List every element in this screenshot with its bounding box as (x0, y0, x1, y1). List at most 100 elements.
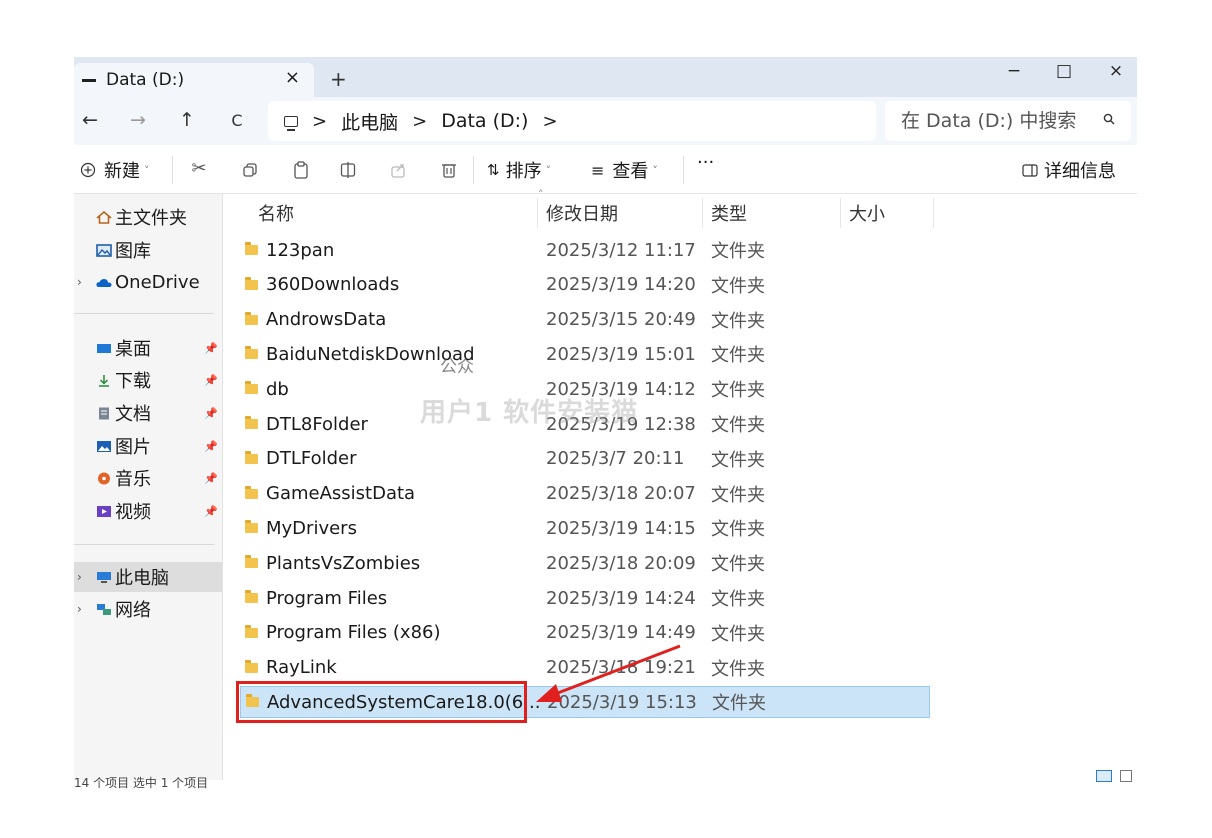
search-input[interactable] (901, 110, 1101, 132)
breadcrumb-data-d[interactable]: Data (D:) (441, 110, 528, 132)
paste-icon[interactable] (288, 161, 314, 179)
sidebar-item-desktop[interactable]: 桌面 📌 (74, 333, 222, 363)
table-row[interactable]: MyDrivers 2025/3/19 14:15 文件夹 (240, 512, 930, 544)
column-header-type[interactable]: 类型 (711, 198, 747, 228)
pin-icon[interactable]: 📌 (204, 374, 218, 387)
sidebar-item-label: 音乐 (115, 469, 151, 490)
file-date: 2025/3/7 20:11 (546, 448, 685, 470)
view-lines-icon: ≡ (591, 160, 605, 180)
file-type: 文件夹 (712, 693, 766, 715)
file-name: AndrowsData (266, 309, 387, 331)
tab-close-icon[interactable]: × (285, 67, 300, 88)
search-box[interactable] (885, 101, 1131, 141)
file-date: 2025/3/19 14:24 (546, 587, 696, 609)
sidebar-item-home[interactable]: 主文件夹 (74, 202, 222, 232)
table-row[interactable]: BaiduNetdiskDownload 2025/3/19 15:01 文件夹 (240, 338, 930, 370)
plus-circle-icon (80, 162, 96, 178)
table-row[interactable]: RayLink 2025/3/18 19:21 文件夹 (240, 652, 930, 684)
cut-icon[interactable]: ✂ (186, 158, 212, 179)
sidebar-item-label: 主文件夹 (115, 208, 187, 229)
copy-icon[interactable] (237, 162, 263, 178)
table-row[interactable]: DTL8Folder 2025/3/19 12:38 文件夹 (240, 408, 930, 440)
pin-icon[interactable]: 📌 (204, 440, 218, 453)
table-row[interactable]: Program Files (x86) 2025/3/19 14:49 文件夹 (240, 617, 930, 649)
file-date: 2025/3/15 20:49 (546, 309, 696, 331)
close-window-button[interactable]: × (1101, 61, 1131, 81)
table-row[interactable]: 123pan 2025/3/12 11:17 文件夹 (240, 234, 930, 266)
file-date: 2025/3/19 15:01 (546, 343, 696, 365)
sort-button[interactable]: ⇅ 排序 ˅ (487, 157, 551, 183)
sidebar-item-downloads[interactable]: 下载 📌 (74, 365, 222, 395)
sidebar-item-videos[interactable]: 视频 📌 (74, 496, 222, 526)
table-row[interactable]: AdvancedSystemCare18.0(6... 2025/3/19 15:… (240, 686, 930, 719)
pin-icon[interactable]: 📌 (204, 407, 218, 420)
tiles-view-toggle[interactable] (1120, 770, 1132, 782)
sidebar-item-documents[interactable]: 文档 📌 (74, 398, 222, 428)
new-button[interactable]: 新建 ˅ (80, 157, 150, 183)
new-tab-button[interactable]: + (330, 67, 347, 91)
chevron-right-icon[interactable]: › (77, 275, 82, 289)
pin-icon[interactable]: 📌 (204, 342, 218, 355)
folder-icon (245, 485, 258, 499)
divider (473, 156, 474, 184)
file-name: RayLink (266, 657, 337, 679)
maximize-button[interactable]: □ (1049, 61, 1079, 81)
sidebar-item-music[interactable]: 音乐 📌 (74, 463, 222, 493)
pin-icon[interactable]: 📌 (204, 472, 218, 485)
title-bar: Data (D:) × + − □ × (74, 57, 1137, 97)
forward-arrow-icon[interactable]: → (126, 109, 150, 131)
table-row[interactable]: AndrowsData 2025/3/15 20:49 文件夹 (240, 304, 930, 336)
sidebar-item-network[interactable]: › 网络 (74, 594, 222, 624)
file-name: BaiduNetdiskDownload (266, 343, 475, 365)
file-date: 2025/3/12 11:17 (546, 239, 696, 261)
table-row[interactable]: GameAssistData 2025/3/18 20:07 文件夹 (240, 478, 930, 510)
minimize-button[interactable]: − (999, 61, 1029, 81)
chevron-down-icon: ˅ (144, 163, 150, 177)
column-divider[interactable] (702, 198, 703, 228)
sidebar-item-pictures[interactable]: 图片 📌 (74, 431, 222, 461)
folder-icon (245, 624, 258, 638)
sidebar-item-this-pc[interactable]: › 此电脑 (74, 562, 222, 592)
table-row[interactable]: db 2025/3/19 14:12 文件夹 (240, 373, 930, 405)
delete-icon[interactable] (436, 161, 462, 179)
computer-icon (284, 115, 298, 131)
refresh-icon[interactable]: C (225, 111, 249, 130)
table-row[interactable]: 360Downloads 2025/3/19 14:20 文件夹 (240, 269, 930, 301)
column-header-size[interactable]: 大小 (849, 198, 885, 228)
status-bar-text: 14 个项目 选中 1 个项目 (74, 776, 209, 790)
tab-data-d[interactable]: Data (D:) × (74, 63, 314, 97)
chevron-right-icon[interactable]: > (542, 111, 557, 132)
chevron-right-icon[interactable]: › (77, 602, 82, 616)
table-row[interactable]: DTLFolder 2025/3/7 20:11 文件夹 (240, 443, 930, 475)
up-arrow-icon[interactable]: ↑ (175, 109, 199, 131)
sidebar-item-label: 下载 (115, 371, 151, 392)
view-button[interactable]: ≡ 查看 ˅ (591, 157, 658, 183)
divider (172, 156, 173, 184)
chevron-right-icon[interactable]: › (77, 570, 82, 584)
file-type: 文件夹 (711, 380, 765, 402)
file-name: db (266, 378, 289, 400)
rename-icon[interactable] (336, 161, 362, 179)
column-divider[interactable] (840, 198, 841, 228)
breadcrumb-this-pc[interactable]: 此电脑 (341, 108, 398, 135)
table-row[interactable]: PlantsVsZombies 2025/3/18 20:09 文件夹 (240, 547, 930, 579)
sidebar-item-onedrive[interactable]: › OneDrive (74, 267, 222, 297)
file-name: Program Files (x86) (266, 622, 441, 644)
column-header-name[interactable]: 名称 (258, 198, 294, 228)
column-header-date[interactable]: 修改日期 (546, 198, 618, 228)
sidebar-item-gallery[interactable]: 图库 (74, 235, 222, 265)
pin-icon[interactable]: 📌 (204, 505, 218, 518)
details-view-toggle[interactable] (1096, 770, 1112, 782)
table-row[interactable]: Program Files 2025/3/19 14:24 文件夹 (240, 582, 930, 614)
column-divider[interactable] (537, 198, 538, 228)
more-options-button[interactable]: ··· (697, 152, 714, 173)
sidebar-item-label: 网络 (115, 600, 151, 621)
column-divider[interactable] (933, 198, 934, 228)
share-icon[interactable] (386, 161, 412, 179)
file-date: 2025/3/18 20:09 (546, 552, 696, 574)
address-box[interactable]: > 此电脑 > Data (D:) > (268, 101, 876, 141)
back-arrow-icon[interactable]: ← (78, 109, 102, 131)
details-pane-button[interactable]: 详细信息 (1022, 157, 1116, 183)
drive-icon (82, 78, 96, 82)
file-type: 文件夹 (711, 519, 765, 541)
